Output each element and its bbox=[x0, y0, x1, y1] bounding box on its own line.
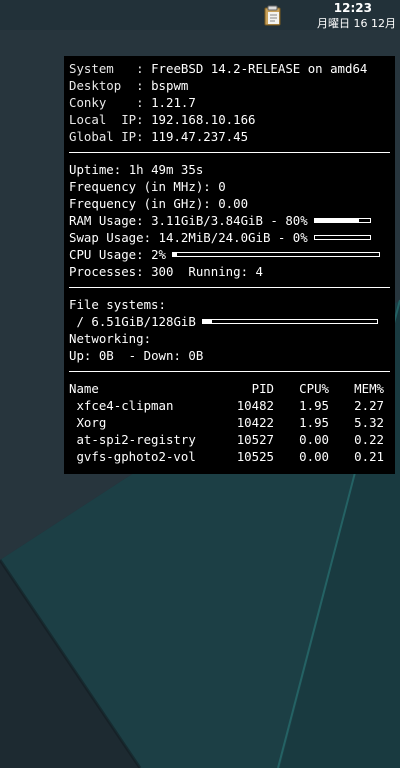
process-name: gvfs-gphoto2-vol bbox=[69, 449, 196, 464]
root-fs-label: / bbox=[69, 314, 92, 329]
process-mem: 0.21 bbox=[354, 449, 384, 464]
running-label: Running: bbox=[173, 264, 256, 279]
global-ip-value: 119.47.237.45 bbox=[151, 129, 249, 144]
process-mem: 0.22 bbox=[354, 432, 384, 447]
swap-usage-bar bbox=[313, 235, 371, 240]
running-value: 4 bbox=[255, 264, 263, 279]
ram-label: RAM Usage: bbox=[69, 213, 152, 228]
header-cpu: CPU% bbox=[299, 381, 329, 396]
cpu-usage-fill bbox=[172, 253, 178, 256]
up-label: Up: bbox=[69, 348, 99, 363]
local-ip-value: 192.168.10.166 bbox=[151, 112, 256, 127]
process-mem: 2.27 bbox=[354, 398, 384, 413]
process-pid: 10482 bbox=[236, 398, 274, 413]
ram-usage-fill bbox=[314, 219, 359, 222]
cpu-usage-bar bbox=[171, 252, 380, 257]
process-cpu: 1.95 bbox=[299, 398, 329, 413]
process-pid: 10422 bbox=[236, 415, 274, 430]
process-table-header: Name PID CPU% MEM% bbox=[69, 380, 390, 397]
system-value: FreeBSD 14.2-RELEASE on amd64 bbox=[151, 61, 368, 76]
ram-value: 3.11GiB/3.84GiB - 80% bbox=[151, 213, 308, 228]
process-cpu: 1.95 bbox=[299, 415, 329, 430]
header-name: Name bbox=[69, 381, 99, 396]
cpu-value: 2% bbox=[151, 247, 166, 262]
uptime-label: Uptime: bbox=[69, 162, 129, 177]
filesystems-title: File systems: bbox=[69, 297, 166, 312]
process-row: xfce4-clipman 10482 1.95 2.27 bbox=[69, 397, 390, 414]
processes-value: 300 bbox=[151, 264, 174, 279]
process-row: Xorg 10422 1.95 5.32 bbox=[69, 414, 390, 431]
system-label: System : bbox=[69, 61, 152, 76]
network-row: Up: 0B - Down: 0B bbox=[69, 347, 390, 364]
freq-mhz-row: Frequency (in MHz): 0 bbox=[69, 178, 390, 195]
global-ip-row: Global IP: 119.47.237.45 bbox=[69, 128, 390, 145]
process-row: at-spi2-registry 10527 0.00 0.22 bbox=[69, 431, 390, 448]
root-fs-value: 6.51GiB/128GiB bbox=[91, 314, 196, 329]
process-pid: 10527 bbox=[236, 432, 274, 447]
clipboard-icon[interactable] bbox=[262, 4, 284, 26]
swap-row: Swap Usage: 14.2MiB/24.0GiB - 0% bbox=[69, 229, 390, 246]
header-mem: MEM% bbox=[354, 381, 384, 396]
cpu-row: CPU Usage: 2% bbox=[69, 246, 390, 263]
desktop-label: Desktop : bbox=[69, 78, 152, 93]
down-value: 0B bbox=[188, 348, 204, 363]
divider bbox=[69, 371, 390, 372]
ram-row: RAM Usage: 3.11GiB/3.84GiB - 80% bbox=[69, 212, 390, 229]
process-mem: 5.32 bbox=[354, 415, 384, 430]
desktop-value: bspwm bbox=[151, 78, 189, 93]
root-fs-fill bbox=[202, 320, 212, 323]
clock[interactable]: 12:23 月曜日 16 12月 bbox=[286, 1, 396, 31]
freq-ghz-value: 0.00 bbox=[218, 196, 249, 211]
conky-panel: System : FreeBSD 14.2-RELEASE on amd64 D… bbox=[64, 56, 395, 474]
root-fs-row: / 6.51GiB/128GiB bbox=[69, 313, 390, 330]
networking-title: Networking: bbox=[69, 331, 152, 346]
uptime-row: Uptime: 1h 49m 35s bbox=[69, 161, 390, 178]
freq-ghz-row: Frequency (in GHz): 0.00 bbox=[69, 195, 390, 212]
processes-label: Processes: bbox=[69, 264, 152, 279]
process-name: xfce4-clipman bbox=[69, 398, 174, 413]
freq-ghz-label: Frequency (in GHz): bbox=[69, 196, 219, 211]
system-row: System : FreeBSD 14.2-RELEASE on amd64 bbox=[69, 60, 390, 77]
swap-label: Swap Usage: bbox=[69, 230, 159, 245]
process-cpu: 0.00 bbox=[299, 432, 329, 447]
process-pid: 10525 bbox=[236, 449, 274, 464]
divider bbox=[69, 287, 390, 288]
freq-mhz-value: 0 bbox=[218, 179, 226, 194]
conky-label: Conky : bbox=[69, 95, 152, 110]
freq-mhz-label: Frequency (in MHz): bbox=[69, 179, 219, 194]
desktop-row: Desktop : bspwm bbox=[69, 77, 390, 94]
root-fs-bar bbox=[201, 319, 378, 324]
conky-row: Conky : 1.21.7 bbox=[69, 94, 390, 111]
local-ip-label: Local IP: bbox=[69, 112, 152, 127]
process-name: at-spi2-registry bbox=[69, 432, 196, 447]
uptime-value: 1h 49m 35s bbox=[128, 162, 204, 177]
clock-time: 12:23 bbox=[333, 1, 372, 15]
clock-date: 月曜日 16 12月 bbox=[317, 17, 396, 30]
global-ip-label: Global IP: bbox=[69, 129, 152, 144]
up-value: 0B bbox=[98, 348, 114, 363]
process-name: Xorg bbox=[69, 415, 107, 430]
top-panel: 12:23 月曜日 16 12月 bbox=[0, 0, 400, 30]
process-cpu: 0.00 bbox=[299, 449, 329, 464]
conky-value: 1.21.7 bbox=[151, 95, 196, 110]
process-row: gvfs-gphoto2-vol 10525 0.00 0.21 bbox=[69, 448, 390, 465]
down-label: - Down: bbox=[113, 348, 189, 363]
divider bbox=[69, 152, 390, 153]
swap-value: 14.2MiB/24.0GiB - 0% bbox=[158, 230, 308, 245]
cpu-label: CPU Usage: bbox=[69, 247, 152, 262]
local-ip-row: Local IP: 192.168.10.166 bbox=[69, 111, 390, 128]
ram-usage-bar bbox=[313, 218, 371, 223]
processes-row: Processes: 300 Running: 4 bbox=[69, 263, 390, 280]
header-pid: PID bbox=[251, 381, 274, 396]
